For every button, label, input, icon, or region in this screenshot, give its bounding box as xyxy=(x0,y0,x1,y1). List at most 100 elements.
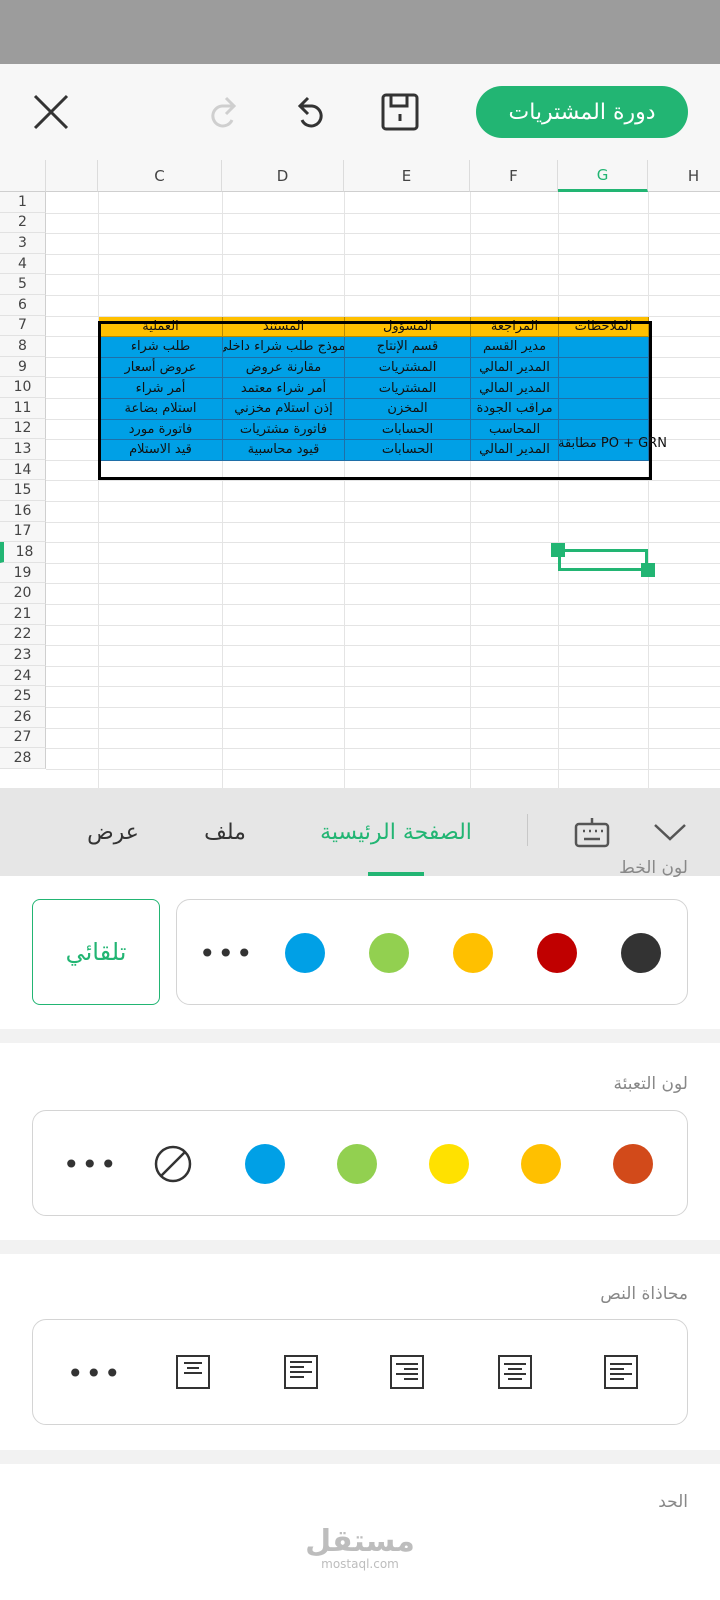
font-color-swatch-orange[interactable] xyxy=(453,933,493,973)
align-top-icon[interactable] xyxy=(283,1354,319,1390)
row-header[interactable]: 27 xyxy=(0,727,46,749)
document-title-button[interactable]: دورة المشتريات xyxy=(476,86,688,138)
row-header[interactable]: 2 xyxy=(0,212,46,234)
align-right-icon[interactable] xyxy=(389,1354,425,1390)
row-header[interactable]: 11 xyxy=(0,398,46,419)
keyboard-icon xyxy=(574,818,610,848)
column-header-g[interactable]: G xyxy=(558,160,648,192)
row-header[interactable]: 5 xyxy=(0,274,46,295)
selection-handle-end[interactable] xyxy=(641,563,655,577)
undo-button[interactable] xyxy=(286,86,338,138)
format-panel: لون الخط تلقائي ••• لون التعبئة ••• محاذ… xyxy=(0,858,720,1600)
grid-line xyxy=(470,192,471,788)
section-divider xyxy=(0,1029,720,1043)
column-header-d[interactable]: D xyxy=(222,160,344,192)
column-header-c[interactable]: C xyxy=(98,160,222,192)
grid-line xyxy=(46,521,720,523)
keyboard-button[interactable] xyxy=(564,788,620,876)
alignment-options: ••• xyxy=(32,1319,688,1425)
row-header[interactable]: 9 xyxy=(0,356,46,378)
undo-icon xyxy=(297,96,323,128)
fill-swatch-red[interactable] xyxy=(613,1144,653,1184)
row-header[interactable]: 3 xyxy=(0,233,46,254)
redo-button[interactable] xyxy=(196,86,248,138)
font-color-swatch-red[interactable] xyxy=(537,933,577,973)
grid-line xyxy=(46,233,720,235)
row-header[interactable]: 15 xyxy=(0,480,46,501)
fill-swatch-blue[interactable] xyxy=(245,1144,285,1184)
save-icon xyxy=(381,93,419,131)
column-header-f[interactable]: F xyxy=(470,160,558,192)
table-outline xyxy=(98,321,652,480)
row-header[interactable]: 21 xyxy=(0,604,46,625)
align-center-icon[interactable] xyxy=(497,1354,533,1390)
grid-line xyxy=(46,480,720,482)
spreadsheet-grid[interactable]: C D E F G H 1 2 3 4 5 6 7 8 9 10 11 12 13 14 15 16 17 18 1… xyxy=(0,160,720,788)
no-fill-icon xyxy=(154,1145,192,1183)
row-header[interactable]: 16 xyxy=(0,501,46,522)
cell-selection[interactable] xyxy=(558,549,648,571)
save-button[interactable] xyxy=(374,86,426,138)
row-header[interactable]: 23 xyxy=(0,645,46,666)
row-header[interactable]: 8 xyxy=(0,336,46,357)
text-alignment-label: محاذاة النص xyxy=(600,1284,688,1304)
align-left-icon[interactable] xyxy=(603,1354,639,1390)
row-header[interactable]: 24 xyxy=(0,665,46,687)
row-header[interactable]: 1 xyxy=(0,192,46,213)
auto-color-button[interactable]: تلقائي xyxy=(32,899,160,1005)
status-bar xyxy=(0,0,720,64)
row-header[interactable]: 22 xyxy=(0,624,46,646)
no-fill-button[interactable] xyxy=(153,1144,193,1184)
more-fill-colors-button[interactable]: ••• xyxy=(63,1151,119,1179)
grid-line xyxy=(46,604,720,605)
tab-home[interactable]: الصفحة الرئيسية xyxy=(300,788,492,876)
row-header[interactable]: 18 xyxy=(0,542,46,563)
watermark-url: mostaql.com xyxy=(321,1557,399,1571)
grid-line xyxy=(46,645,720,647)
row-header[interactable]: 7 xyxy=(0,315,46,337)
close-button[interactable] xyxy=(25,86,77,138)
tab-view[interactable]: عرض xyxy=(70,788,156,876)
grid-line xyxy=(46,727,720,729)
align-middle-icon[interactable] xyxy=(175,1354,211,1390)
grid-line xyxy=(222,192,223,788)
row-header[interactable]: 10 xyxy=(0,377,46,398)
mostaql-watermark: مستقل mostaql.com xyxy=(300,1527,420,1572)
grid-line xyxy=(46,212,720,214)
fill-swatch-yellow[interactable] xyxy=(429,1144,469,1184)
row-header[interactable]: 28 xyxy=(0,748,46,769)
grid-line xyxy=(46,542,720,544)
ribbon-tabbar: عرض ملف الصفحة الرئيسية xyxy=(0,788,720,876)
column-header-b[interactable] xyxy=(46,160,98,192)
row-header[interactable]: 17 xyxy=(0,521,46,543)
font-color-swatch-dark[interactable] xyxy=(621,933,661,973)
column-header-e[interactable]: E xyxy=(344,160,470,192)
corner-select-all[interactable] xyxy=(0,160,46,192)
row-header[interactable]: 26 xyxy=(0,707,46,728)
close-icon xyxy=(33,94,69,130)
grid-line xyxy=(46,748,720,750)
row-header[interactable]: 14 xyxy=(0,459,46,481)
more-font-colors-button[interactable]: ••• xyxy=(199,940,255,968)
redo-icon xyxy=(211,96,237,128)
fill-swatch-orange[interactable] xyxy=(521,1144,561,1184)
grid-line xyxy=(558,192,559,788)
column-header-h[interactable]: H xyxy=(648,160,720,192)
row-header[interactable]: 20 xyxy=(0,583,46,604)
more-alignment-button[interactable]: ••• xyxy=(67,1360,123,1388)
row-header[interactable]: 19 xyxy=(0,562,46,584)
row-header[interactable]: 13 xyxy=(0,439,46,460)
grid-line xyxy=(46,501,720,502)
fill-swatch-green[interactable] xyxy=(337,1144,377,1184)
selection-handle-start[interactable] xyxy=(551,543,565,557)
grid-line xyxy=(46,295,720,296)
row-header[interactable]: 6 xyxy=(0,295,46,316)
font-color-swatches: ••• xyxy=(176,899,688,1005)
font-color-swatch-blue[interactable] xyxy=(285,933,325,973)
row-header[interactable]: 25 xyxy=(0,686,46,707)
grid-line xyxy=(648,192,649,788)
row-header[interactable]: 4 xyxy=(0,253,46,275)
tab-file[interactable]: ملف xyxy=(190,788,260,876)
font-color-swatch-green[interactable] xyxy=(369,933,409,973)
row-header[interactable]: 12 xyxy=(0,418,46,440)
